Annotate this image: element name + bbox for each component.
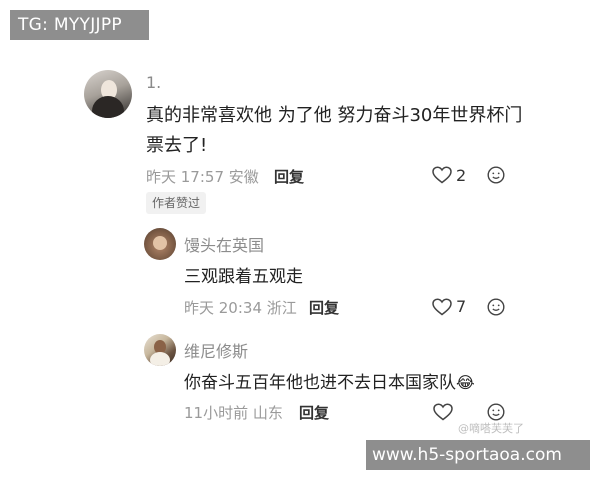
reply-username[interactable]: 馒头在英国 (184, 232, 264, 256)
reply-button[interactable]: 回复 (309, 297, 339, 318)
comment-index: 1. (146, 73, 162, 92)
watermark-username: @嘀嗒芙芙了 (458, 422, 524, 435)
avatar[interactable] (84, 70, 132, 118)
smile-face-icon[interactable] (487, 166, 505, 184)
watermark-url: www.h5-sportaoa.com (366, 440, 590, 470)
reply-button[interactable]: 回复 (274, 166, 304, 187)
reply-text-body: 你奋斗五百年他也进不去日本国家队 (184, 373, 456, 393)
heart-outline-icon[interactable] (432, 166, 452, 184)
smile-face-icon[interactable] (487, 298, 505, 316)
heart-outline-icon[interactable] (432, 298, 452, 316)
heart-outline-icon[interactable] (433, 403, 453, 421)
reply-time-location: 昨天 20:34 浙江 (184, 299, 297, 317)
like-count: 7 (456, 297, 467, 316)
comment-text: 真的非常喜欢他 为了他 努力奋斗30年世界杯门票去了! (146, 105, 523, 156)
reply-username[interactable]: 维尼修斯 (184, 338, 248, 362)
top-tag-label: TG: MYYJJPP (10, 10, 149, 40)
avatar[interactable] (144, 228, 176, 260)
comment-time-location: 昨天 17:57 安徽 (146, 168, 259, 186)
reply-text: 你奋斗五百年他也进不去日本国家队😂 (184, 368, 475, 393)
reply-time-location: 11小时前 山东 (184, 404, 283, 422)
reply-button[interactable]: 回复 (299, 402, 329, 423)
reply-text: 三观跟着五观走 (184, 267, 303, 287)
like-count: 2 (456, 166, 467, 185)
author-liked-badge: 作者赞过 (146, 192, 207, 214)
avatar[interactable] (144, 334, 176, 366)
smile-face-icon[interactable] (487, 403, 505, 421)
laughing-emoji: 😂 (456, 373, 475, 392)
